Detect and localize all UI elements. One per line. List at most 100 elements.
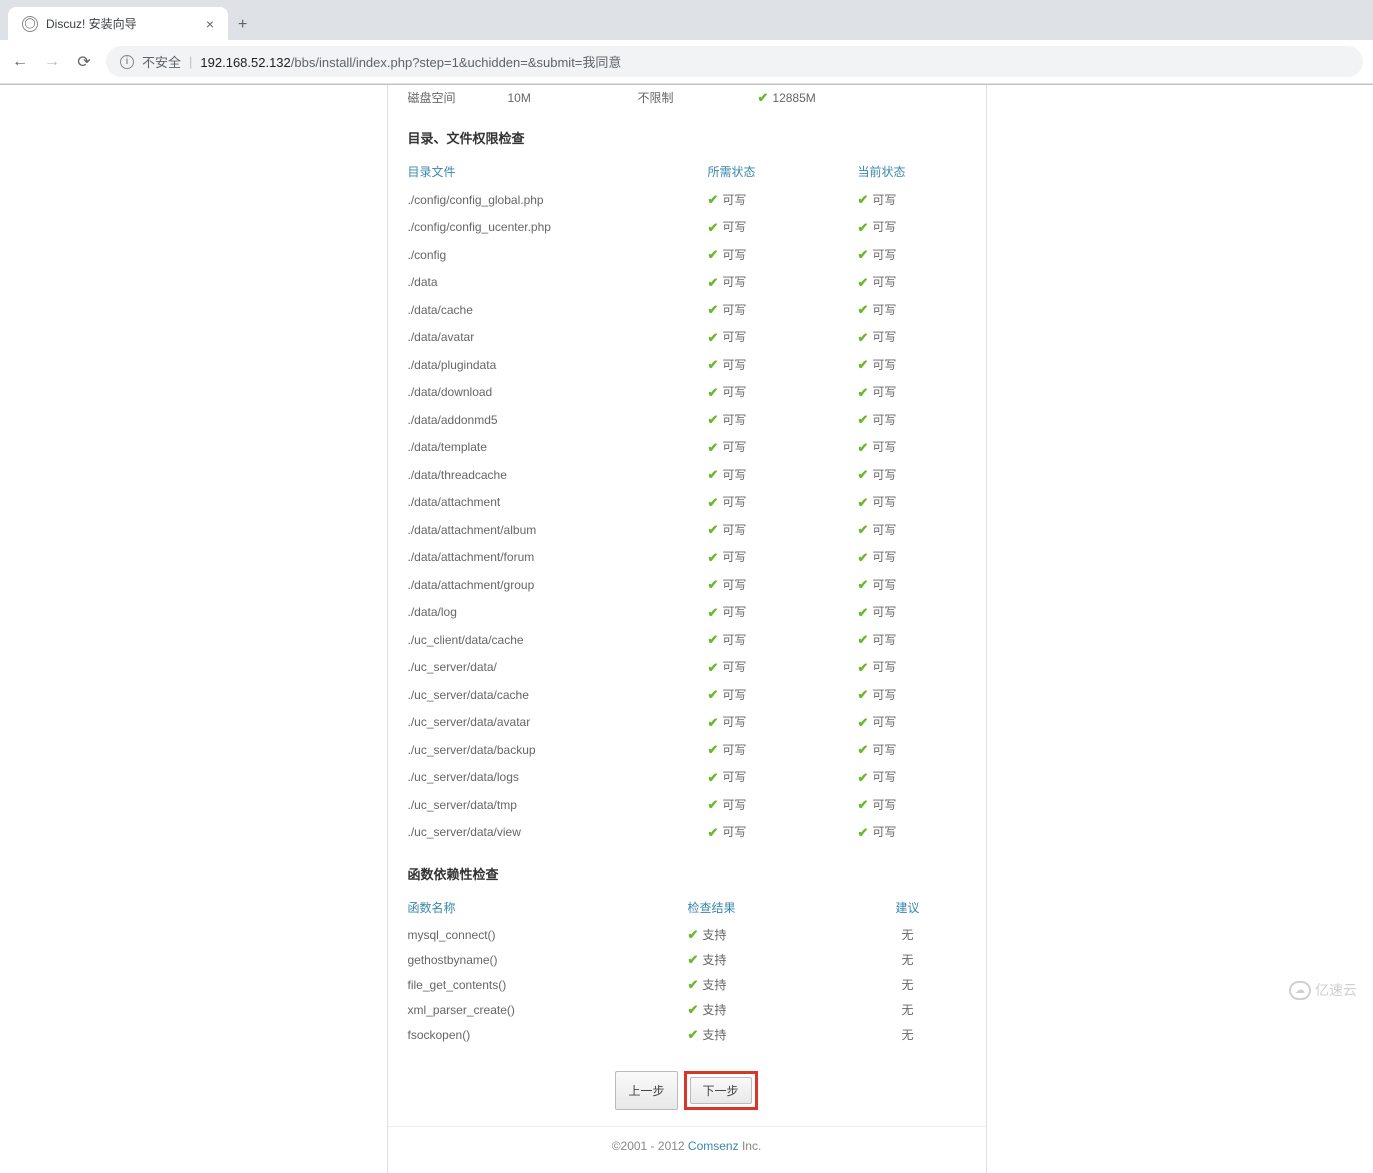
- check-icon: ✔: [708, 438, 719, 458]
- perm-required: ✔可写: [708, 300, 858, 320]
- perm-current: ✔可写: [858, 273, 958, 293]
- perm-required: ✔可写: [708, 795, 858, 815]
- func-row: fsockopen()✔支持无: [388, 1022, 986, 1047]
- perm-current: ✔可写: [858, 383, 958, 403]
- perm-row: ./config/config_global.php✔可写✔可写: [388, 186, 986, 214]
- perm-path: ./data/log: [408, 603, 708, 621]
- perm-path: ./data/template: [408, 438, 708, 456]
- func-rows-container: mysql_connect()✔支持无gethostbyname()✔支持无fi…: [388, 922, 986, 1047]
- perm-path: ./uc_server/data/cache: [408, 686, 708, 704]
- back-icon[interactable]: ←: [10, 53, 30, 71]
- check-icon: ✔: [858, 190, 869, 210]
- perm-row: ./uc_server/data/tmp✔可写✔可写: [388, 791, 986, 819]
- prev-button[interactable]: 上一步: [615, 1071, 677, 1110]
- func-result: ✔支持: [688, 926, 868, 943]
- check-icon: ✔: [858, 713, 869, 733]
- check-icon: ✔: [708, 300, 719, 320]
- perm-required: ✔可写: [708, 603, 858, 623]
- perm-required: ✔可写: [708, 273, 858, 293]
- perm-required: ✔可写: [708, 438, 858, 458]
- func-result: ✔支持: [688, 1001, 868, 1018]
- perm-row: ./uc_server/data/avatar✔可写✔可写: [388, 709, 986, 737]
- perm-section-title: 目录、文件权限检查: [388, 110, 986, 157]
- perm-path: ./config/config_ucenter.php: [408, 218, 708, 236]
- func-name: gethostbyname(): [408, 953, 688, 967]
- perm-path: ./uc_server/data/avatar: [408, 713, 708, 731]
- check-icon: ✔: [858, 300, 869, 320]
- perm-path: ./data/avatar: [408, 328, 708, 346]
- perm-row: ./data/attachment/group✔可写✔可写: [388, 571, 986, 599]
- perm-row: ./data/addonmd5✔可写✔可写: [388, 406, 986, 434]
- check-icon: ✔: [688, 977, 699, 993]
- perm-path: ./data/attachment: [408, 493, 708, 511]
- perm-required: ✔可写: [708, 740, 858, 760]
- footer: ©2001 - 2012 Comsenz Inc.: [388, 1126, 986, 1153]
- perm-required: ✔可写: [708, 713, 858, 733]
- perm-current: ✔可写: [858, 218, 958, 238]
- globe-icon: ◯: [22, 16, 38, 32]
- func-result: ✔支持: [688, 976, 868, 993]
- info-icon[interactable]: i: [120, 55, 134, 69]
- perm-required: ✔可写: [708, 768, 858, 788]
- perm-path: ./uc_server/data/view: [408, 823, 708, 841]
- func-advice: 无: [868, 976, 948, 993]
- func-name: mysql_connect(): [408, 928, 688, 942]
- func-result: ✔支持: [688, 951, 868, 968]
- next-button-highlight: 下一步: [684, 1071, 758, 1110]
- perm-path: ./uc_server/data/logs: [408, 768, 708, 786]
- check-icon: ✔: [708, 740, 719, 760]
- perm-path: ./data/download: [408, 383, 708, 401]
- check-icon: ✔: [708, 713, 719, 733]
- perm-row: ./data/threadcache✔可写✔可写: [388, 461, 986, 489]
- next-button[interactable]: 下一步: [690, 1077, 752, 1104]
- forward-icon[interactable]: →: [42, 53, 62, 71]
- cloud-icon: ☁: [1289, 981, 1311, 1000]
- perm-required: ✔可写: [708, 575, 858, 595]
- check-icon: ✔: [858, 658, 869, 678]
- check-icon: ✔: [708, 218, 719, 238]
- env-label: 磁盘空间: [408, 89, 508, 106]
- perm-required: ✔可写: [708, 823, 858, 843]
- perm-current: ✔可写: [858, 685, 958, 705]
- perm-row: ./uc_server/data/cache✔可写✔可写: [388, 681, 986, 709]
- check-icon: ✔: [858, 520, 869, 540]
- perm-required: ✔可写: [708, 410, 858, 430]
- nav-bar: ← → ⟳ i 不安全 | 192.168.52.132/bbs/install…: [0, 40, 1373, 84]
- check-icon: ✔: [858, 685, 869, 705]
- check-icon: ✔: [708, 603, 719, 623]
- perm-current: ✔可写: [858, 493, 958, 513]
- close-icon[interactable]: ×: [206, 16, 214, 32]
- func-name: file_get_contents(): [408, 978, 688, 992]
- func-result: ✔支持: [688, 1026, 868, 1043]
- address-bar[interactable]: i 不安全 | 192.168.52.132/bbs/install/index…: [106, 46, 1363, 77]
- check-icon: ✔: [858, 630, 869, 650]
- perm-path: ./data/attachment/group: [408, 576, 708, 594]
- perm-table-header: 目录文件 所需状态 当前状态: [388, 157, 986, 186]
- reload-icon[interactable]: ⟳: [74, 52, 94, 72]
- check-icon: ✔: [688, 952, 699, 968]
- func-row: xml_parser_create()✔支持无: [388, 997, 986, 1022]
- new-tab-button[interactable]: +: [228, 10, 257, 40]
- perm-required: ✔可写: [708, 465, 858, 485]
- browser-tab[interactable]: ◯ Discuz! 安装向导 ×: [8, 7, 228, 40]
- check-icon: ✔: [708, 383, 719, 403]
- check-icon: ✔: [708, 520, 719, 540]
- perm-required: ✔可写: [708, 190, 858, 210]
- perm-path: ./uc_server/data/: [408, 658, 708, 676]
- perm-current: ✔可写: [858, 355, 958, 375]
- perm-row: ./data/cache✔可写✔可写: [388, 296, 986, 324]
- check-icon: ✔: [708, 410, 719, 430]
- perm-row: ./uc_server/data/logs✔可写✔可写: [388, 764, 986, 792]
- insecure-label: 不安全: [142, 52, 181, 71]
- perm-current: ✔可写: [858, 520, 958, 540]
- check-icon: ✔: [858, 273, 869, 293]
- perm-current: ✔可写: [858, 548, 958, 568]
- check-icon: ✔: [858, 410, 869, 430]
- func-row: file_get_contents()✔支持无: [388, 972, 986, 997]
- perm-path: ./data: [408, 273, 708, 291]
- perm-row: ./uc_server/data/view✔可写✔可写: [388, 819, 986, 847]
- perm-path: ./config: [408, 246, 708, 264]
- perm-required: ✔可写: [708, 218, 858, 238]
- perm-path: ./data/cache: [408, 301, 708, 319]
- footer-link[interactable]: Comsenz: [688, 1139, 739, 1153]
